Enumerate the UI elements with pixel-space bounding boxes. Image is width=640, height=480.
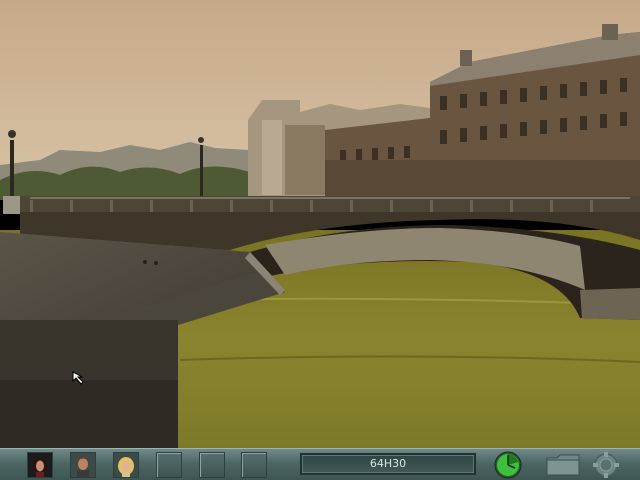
character-portrait-woman-blonde[interactable] [113,452,139,478]
paris-bridge-scene [0,0,640,448]
game-screen: 64H30 [0,0,640,480]
folder-icon[interactable] [546,454,580,476]
inventory-slot-2[interactable] [199,452,225,478]
inventory-slot-1[interactable] [156,452,182,478]
gear-icon[interactable] [588,451,624,479]
clock-icon[interactable] [494,451,522,479]
scene-viewport[interactable] [0,0,640,448]
time-display: 64H30 [300,453,476,475]
character-portrait-woman-dark-hair[interactable] [27,452,53,478]
character-portrait-man[interactable] [70,452,96,478]
hud-bar: 64H30 [0,448,640,480]
inventory-slot-3[interactable] [241,452,267,478]
